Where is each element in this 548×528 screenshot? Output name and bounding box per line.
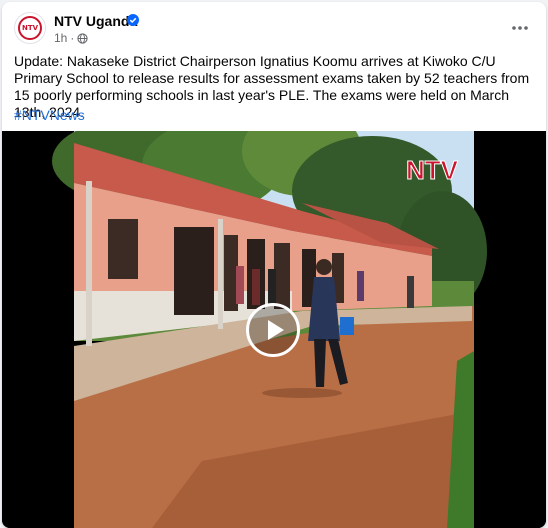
page-avatar[interactable]: NTV	[14, 12, 46, 44]
post-header: NTV NTV Uganda 1h ·	[2, 2, 546, 50]
avatar-logo: NTV	[18, 16, 42, 40]
meta-separator: ·	[70, 31, 75, 45]
post-timestamp[interactable]: 1h	[54, 31, 67, 45]
more-options-button[interactable]	[506, 14, 534, 42]
verified-badge-icon	[127, 14, 139, 26]
video-player[interactable]: NTV	[2, 131, 546, 528]
globe-icon	[77, 32, 88, 44]
post-card: NTV NTV Uganda 1h · Update: Nakaseke Dis…	[2, 2, 546, 528]
post-meta: 1h ·	[54, 31, 88, 45]
video-watermark: NTV	[406, 155, 459, 185]
hashtag-link[interactable]: #NTVNews	[14, 107, 85, 123]
play-button[interactable]	[246, 303, 300, 357]
more-options-icon	[512, 26, 528, 30]
page-name[interactable]: NTV Uganda	[54, 13, 137, 29]
play-icon	[268, 320, 284, 340]
post-text: Update: Nakaseke District Chairperson Ig…	[14, 53, 530, 120]
